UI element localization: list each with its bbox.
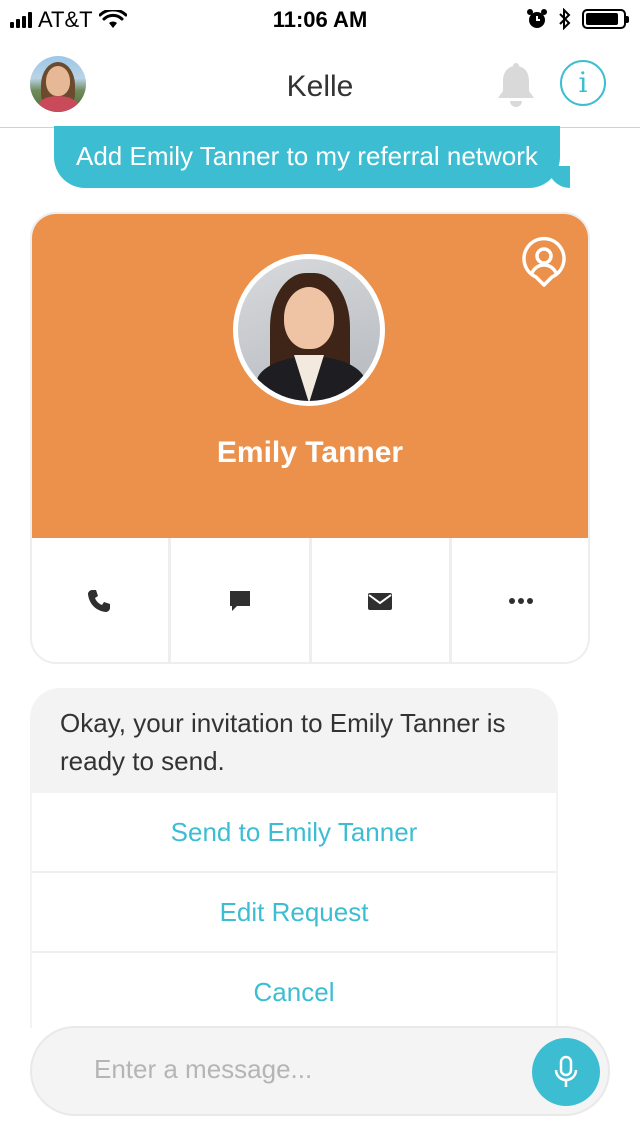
page-title: Kelle [286,70,354,103]
mic-button[interactable] [532,1038,600,1106]
chat-icon [229,591,250,611]
chat-header: Kelle i [0,40,640,128]
mail-icon [368,593,393,610]
info-icon[interactable]: i [560,60,606,106]
assistant-message: Okay, your invitation to Emily Tanner is… [30,688,558,1028]
message-composer[interactable]: Enter a message... [30,1026,610,1116]
email-button[interactable] [312,538,453,662]
status-bar: AT&T 11:06 AM [0,0,640,40]
user-message-text: Add Emily Tanner to my referral network [76,141,538,171]
more-icon [509,598,534,604]
edit-request-button[interactable]: Edit Request [32,873,556,953]
message-button[interactable] [171,538,312,662]
more-button[interactable] [452,538,588,662]
microphone-icon [554,1055,578,1087]
send-invitation-button[interactable]: Send to Emily Tanner [32,793,556,873]
alarm-icon [527,9,547,28]
cancel-button[interactable]: Cancel [32,953,556,1028]
user-message-bubble: Add Emily Tanner to my referral network [54,126,570,188]
call-button[interactable] [32,538,171,662]
contact-photo [233,254,385,406]
status-bar-right [526,8,629,30]
contact-card-header: Emily Tanner [32,214,588,538]
option-list: Send to Emily Tanner Edit Request Cancel [32,793,556,1028]
phone-icon [87,590,110,612]
contact-card: Emily Tanner [30,212,590,664]
contact-actions [32,538,588,662]
bell-icon[interactable] [494,62,538,108]
contact-name: Emily Tanner [216,436,404,469]
message-input[interactable]: Enter a message... [94,1054,312,1085]
bluetooth-icon [559,8,571,30]
location-pin-icon[interactable] [520,236,568,288]
assistant-message-text: Okay, your invitation to Emily Tanner is… [60,708,506,776]
battery-icon [582,9,629,29]
